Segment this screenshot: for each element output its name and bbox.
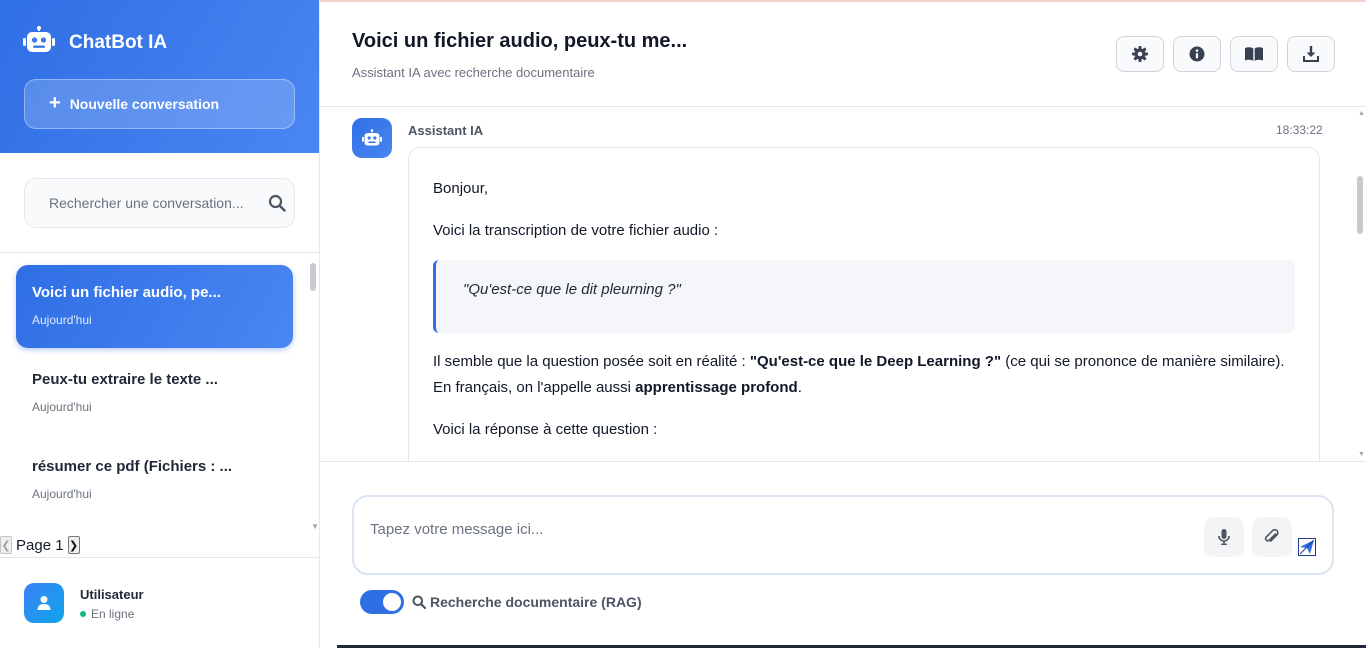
page-label: Page 1: [16, 536, 64, 554]
scroll-up-arrow-icon[interactable]: ▲: [1358, 110, 1365, 117]
conversation-list-scrollbar[interactable]: [310, 263, 316, 291]
previous-page-button[interactable]: ❮: [0, 536, 12, 554]
sidebar-header: ChatBot IA + Nouvelle conversation: [0, 0, 319, 153]
attach-file-button[interactable]: [1252, 517, 1292, 557]
header-actions: [1116, 36, 1335, 72]
export-button[interactable]: [1287, 36, 1335, 72]
book-icon: [1245, 47, 1263, 61]
message-intro: Voici la transcription de votre fichier …: [433, 222, 719, 239]
rag-toggle[interactable]: [360, 590, 404, 614]
search-icon: [412, 595, 426, 609]
user-name: Utilisateur: [80, 587, 144, 602]
assistant-avatar: [352, 118, 392, 158]
conversation-date: Aujourd'hui: [32, 487, 92, 501]
scroll-down-arrow-icon[interactable]: ▼: [1358, 451, 1365, 458]
voice-input-button[interactable]: [1204, 517, 1244, 557]
search-icon[interactable]: [268, 194, 286, 217]
new-conversation-button[interactable]: + Nouvelle conversation: [24, 79, 295, 129]
sidebar: ChatBot IA + Nouvelle conversation Voici…: [0, 0, 320, 648]
transcription-quote: "Qu'est-ce que le dit pleurning ?": [433, 260, 1295, 333]
conversation-search: [24, 178, 295, 228]
page-title: Voici un fichier audio, peux-tu me...: [352, 30, 688, 52]
send-button[interactable]: [1298, 538, 1316, 556]
brand: ChatBot IA: [23, 26, 167, 59]
toggle-knob: [383, 593, 401, 611]
info-button[interactable]: [1173, 36, 1221, 72]
online-dot-icon: [80, 611, 86, 617]
composer-area: Recherche documentaire (RAG): [320, 461, 1366, 648]
info-icon: [1189, 46, 1205, 62]
conversation-item[interactable]: Peux-tu extraire le texte ... Aujourd'hu…: [16, 352, 293, 435]
message-answer-intro: Voici la réponse à cette question :: [433, 421, 658, 438]
settings-button[interactable]: [1116, 36, 1164, 72]
user-profile: Utilisateur En ligne: [0, 557, 319, 648]
download-icon: [1303, 46, 1319, 62]
user-status: En ligne: [80, 607, 134, 621]
pagination: ❮ Page 1 ❯: [0, 536, 80, 554]
conversation-item[interactable]: Voici un fichier audio, pe... Aujourd'hu…: [16, 265, 293, 348]
rag-label: Recherche documentaire (RAG): [412, 594, 642, 610]
new-conversation-label: Nouvelle conversation: [69, 96, 220, 112]
conversation-item[interactable]: résumer ce pdf (Fichiers : ... Aujourd'h…: [16, 439, 293, 522]
user-icon: [37, 596, 51, 610]
conversation-title: résumer ce pdf (Fichiers : ...: [32, 458, 233, 475]
message-list: Assistant IA 18:33:22 Bonjour, Voici la …: [320, 108, 1366, 461]
message-timestamp: 18:33:22: [1276, 123, 1323, 137]
robot-icon: [362, 129, 382, 146]
conversation-list: Voici un fichier audio, pe... Aujourd'hu…: [0, 253, 319, 533]
robot-icon: [23, 26, 55, 59]
message-paragraph: Il semble que la question posée soit en …: [433, 349, 1295, 401]
conversation-search-input[interactable]: [49, 195, 259, 211]
scroll-down-arrow-icon[interactable]: ▼: [311, 522, 319, 531]
conversation-title: Voici un fichier audio, pe...: [32, 284, 221, 301]
user-status-label: En ligne: [91, 607, 135, 621]
gear-icon: [1132, 46, 1148, 62]
conversation-title: Peux-tu extraire le texte ...: [32, 371, 218, 388]
conversation-date: Aujourd'hui: [32, 400, 92, 414]
message-greeting: Bonjour,: [433, 180, 489, 197]
message-input[interactable]: [370, 521, 1170, 538]
send-icon: [1300, 540, 1314, 554]
paperclip-icon: [1264, 529, 1279, 542]
conversation-date: Aujourd'hui: [32, 313, 92, 327]
message-author: Assistant IA: [408, 123, 484, 138]
message-list-scrollbar[interactable]: [1357, 176, 1363, 234]
chat-header: Voici un fichier audio, peux-tu me... As…: [320, 2, 1366, 107]
brand-title: ChatBot IA: [69, 31, 168, 53]
next-page-button[interactable]: ❯: [67, 536, 80, 554]
message-bold-text: apprentissage profond: [635, 379, 798, 396]
message-text: Il semble que la question posée soit en …: [433, 353, 750, 370]
rag-label-text: Recherche documentaire (RAG): [430, 594, 642, 610]
assistant-message: Bonjour, Voici la transcription de votre…: [408, 147, 1320, 461]
avatar[interactable]: [24, 583, 64, 623]
page-subtitle: Assistant IA avec recherche documentaire: [352, 65, 595, 80]
message-bold-text: "Qu'est-ce que le Deep Learning ?": [749, 353, 1002, 370]
documents-button[interactable]: [1230, 36, 1278, 72]
message-text: .: [797, 379, 802, 396]
rag-toggle-row: Recherche documentaire (RAG): [360, 590, 642, 614]
plus-icon: +: [49, 92, 61, 114]
message-composer: [352, 495, 1334, 575]
microphone-icon: [1218, 529, 1230, 545]
